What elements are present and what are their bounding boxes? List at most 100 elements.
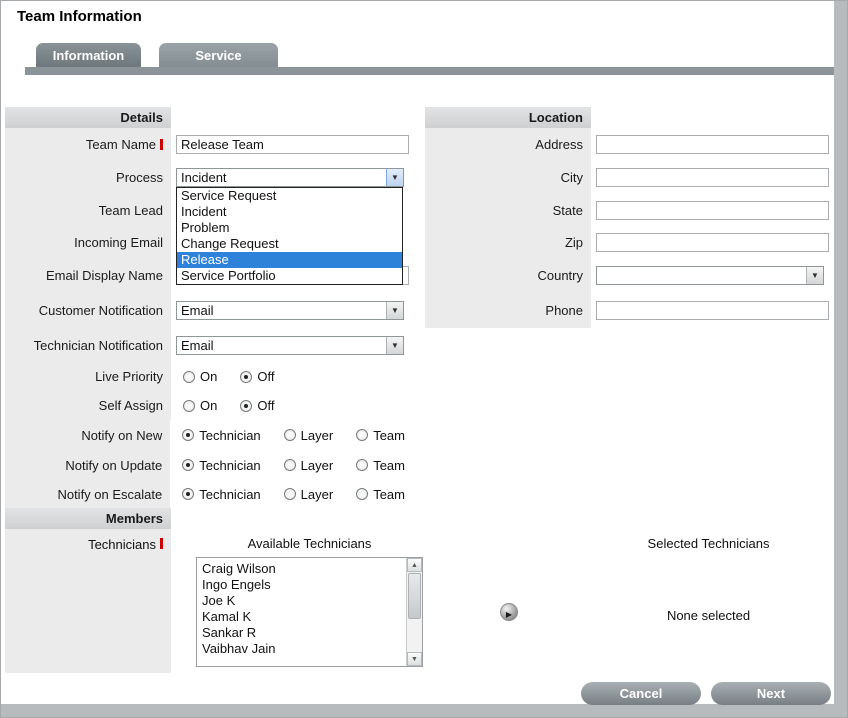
radio-icon [356,429,368,441]
list-item[interactable]: Ingo Engels [197,577,422,593]
city-label: City [425,161,591,194]
radio-icon [356,459,368,471]
technician-notification-row: Technician Notification Email ▼ [5,328,421,362]
zip-row: Zip [425,226,835,258]
radio-checked-icon [240,400,252,412]
next-button[interactable]: Next [711,682,831,705]
dropdown-option-service-request[interactable]: Service Request [177,188,402,204]
details-section: Details Team Name Process Incident ▼ Tea… [5,107,421,508]
radio-icon [284,459,296,471]
chevron-down-icon[interactable]: ▼ [386,337,403,354]
team-information-window: Team Information Information Service Det… [0,0,848,718]
radio-live-priority-off[interactable]: Off [240,369,274,384]
dropdown-option-service-portfolio[interactable]: Service Portfolio [177,268,402,284]
radio-notify-escalate-technician[interactable]: Technician [182,487,260,502]
zip-label: Zip [425,226,591,258]
customer-notification-select[interactable]: Email ▼ [176,301,404,320]
team-lead-label: Team Lead [5,194,171,226]
list-item[interactable]: Vaibhav Jain [197,641,422,657]
process-label: Process [5,161,171,194]
notify-on-new-label: Notify on New [5,420,170,450]
chevron-down-icon[interactable]: ▼ [386,169,403,186]
notify-on-update-label: Notify on Update [5,450,170,480]
window-right-border [834,1,847,717]
radio-notify-escalate-team[interactable]: Team [356,487,405,502]
state-row: State [425,194,835,226]
radio-icon [284,429,296,441]
radio-notify-update-layer[interactable]: Layer [284,458,334,473]
radio-checked-icon [182,429,194,441]
radio-checked-icon [182,459,194,471]
radio-self-assign-off[interactable]: Off [240,398,274,413]
dropdown-option-problem[interactable]: Problem [177,220,402,236]
none-selected-text: None selected [601,608,816,623]
notify-on-escalate-row: Notify on Escalate Technician Layer Team [5,480,421,508]
list-item[interactable]: Craig Wilson [197,561,422,577]
tab-service[interactable]: Service [159,43,278,67]
process-dropdown-list: Service Request Incident Problem Change … [176,187,403,285]
list-item[interactable]: Joe K [197,593,422,609]
state-label: State [425,194,591,226]
scrollbar-thumb[interactable] [408,573,421,619]
process-select[interactable]: Incident ▼ [176,168,404,187]
city-row: City [425,161,835,194]
radio-notify-update-team[interactable]: Team [356,458,405,473]
required-marker-icon [160,538,163,549]
radio-checked-icon [182,488,194,500]
address-input[interactable] [596,135,829,154]
radio-icon [356,488,368,500]
notify-on-escalate-label: Notify on Escalate [5,480,170,508]
radio-live-priority-on[interactable]: On [183,369,217,384]
move-right-button[interactable]: ▶ [500,603,518,621]
radio-icon [183,400,195,412]
dropdown-option-incident[interactable]: Incident [177,204,402,220]
details-header: Details [5,107,171,128]
radio-notify-update-technician[interactable]: Technician [182,458,260,473]
list-item[interactable]: Kamal K [197,609,422,625]
cancel-button[interactable]: Cancel [581,682,701,705]
chevron-down-icon[interactable]: ▼ [386,302,403,319]
customer-notification-row: Customer Notification Email ▼ [5,293,421,328]
team-name-input[interactable] [176,135,409,154]
list-item[interactable]: Sankar R [197,625,422,641]
notify-on-update-row: Notify on Update Technician Layer Team [5,450,421,480]
technician-notification-label: Technician Notification [5,328,171,362]
selected-technicians-label: Selected Technicians [601,536,816,551]
scrollbar[interactable]: ▲ ▼ [406,558,422,666]
live-priority-label: Live Priority [5,362,171,391]
team-name-row: Team Name [5,128,421,161]
tab-information[interactable]: Information [36,43,141,67]
radio-notify-escalate-layer[interactable]: Layer [284,487,334,502]
available-technicians-list[interactable]: Craig Wilson Ingo Engels Joe K Kamal K S… [196,557,423,667]
city-input[interactable] [596,168,829,187]
location-section: Location Address City State Zip Country … [425,107,835,328]
location-header: Location [425,107,591,128]
customer-notification-label: Customer Notification [5,293,171,328]
dropdown-option-change-request[interactable]: Change Request [177,236,402,252]
country-select[interactable]: ▼ [596,266,824,285]
radio-notify-new-layer[interactable]: Layer [284,428,334,443]
dropdown-option-release[interactable]: Release [177,252,402,268]
radio-notify-new-team[interactable]: Team [356,428,405,443]
required-marker-icon [160,139,163,150]
radio-icon [183,371,195,383]
radio-self-assign-on[interactable]: On [183,398,217,413]
self-assign-row: Self Assign On Off [5,391,421,420]
radio-notify-new-technician[interactable]: Technician [182,428,260,443]
email-display-name-label: Email Display Name [5,258,171,293]
radio-icon [284,488,296,500]
members-section: Members Technicians Available Technician… [5,508,831,673]
chevron-down-icon[interactable]: ▼ [806,267,823,284]
tab-bar-ribbon [25,67,834,75]
zip-input[interactable] [596,233,829,252]
scroll-up-icon[interactable]: ▲ [407,558,422,572]
team-name-label: Team Name [5,128,171,161]
radio-checked-icon [240,371,252,383]
scroll-down-icon[interactable]: ▼ [407,652,422,666]
incoming-email-label: Incoming Email [5,226,171,258]
page-title: Team Information [17,8,142,25]
address-row: Address [425,128,835,161]
technician-notification-select[interactable]: Email ▼ [176,336,404,355]
state-input[interactable] [596,201,829,220]
phone-input[interactable] [596,301,829,320]
